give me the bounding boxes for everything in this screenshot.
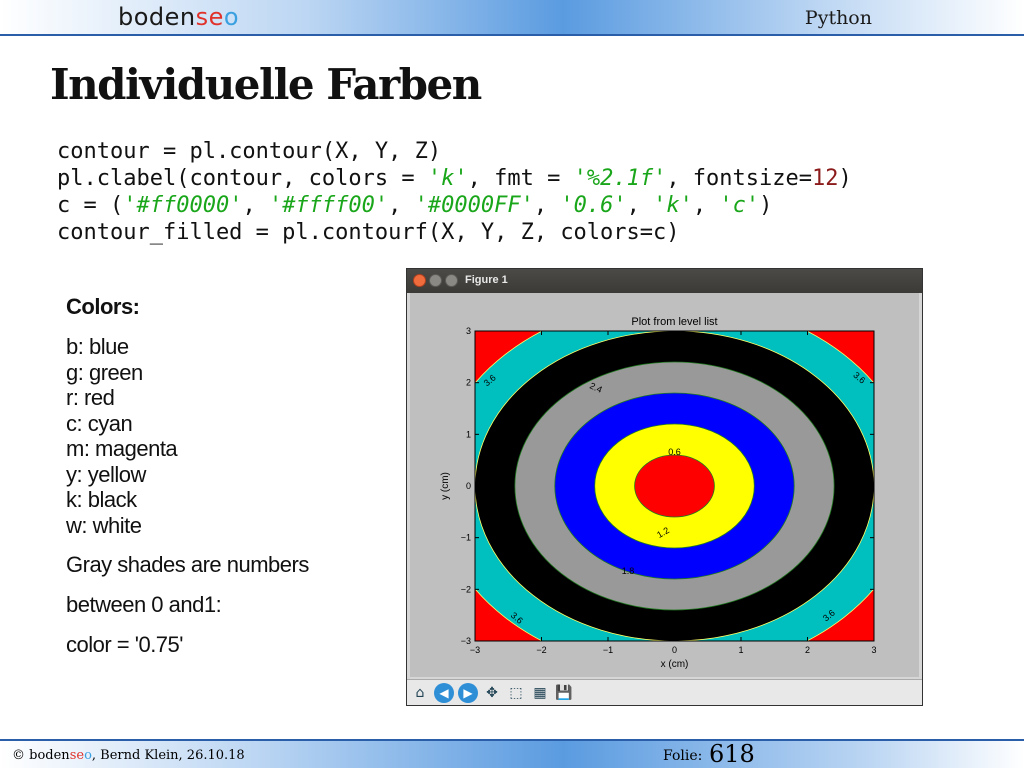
zoom-icon[interactable]: ⬚ [506,683,526,703]
y-tick-label: −1 [461,533,471,543]
code-line-1: contour = pl.contour(X, Y, Z) [57,139,442,164]
minimize-window-button[interactable] [429,274,442,287]
colors-heading: Colors: [66,294,140,319]
y-tick-label: 1 [466,429,471,439]
contour-label: 1.8 [622,566,635,576]
code-block: contour = pl.contour(X, Y, Z) pl.clabel(c… [57,138,852,246]
x-tick-label: −2 [536,645,546,655]
y-axis-label: y (cm) [440,472,451,500]
contour-plot: 0.61.21.82.43.03.6 3.63.6 3.6−3 −2 −1 0 1 2 3−3−… [410,293,919,677]
y-tick-label: −3 [461,636,471,646]
window-titlebar[interactable]: Figure 1 [407,269,922,293]
x-tick-label: 3 [871,645,876,655]
code-line-4: contour_filled = pl.contourf(X, Y, Z, co… [57,220,680,245]
x-tick-label: −1 [603,645,613,655]
pan-icon[interactable]: ✥ [482,683,502,703]
color-item: b: blue [66,334,129,359]
gray-note-2: between 0 and1: [66,592,222,617]
folie-number: 618 [709,740,755,768]
x-axis-label: x (cm) [661,659,689,670]
footer-credit: © bodenseo, Bernd Klein, 26.10.18 [12,748,245,763]
figure-toolbar: ⌂ ◀ ▶ ✥ ⬚ ▦ 💾 [407,679,922,705]
slide-header: bodenseo Python [0,0,1024,36]
code-line-3: c = ('#ff0000', '#ffff00', '#0000FF', '0… [57,193,773,218]
color-item: w: white [66,512,142,538]
window-title: Figure 1 [465,274,508,286]
slide-title: Individuelle Farben [50,60,482,109]
color-item: k: black [66,487,137,512]
forward-icon[interactable]: ▶ [458,683,478,703]
color-item: c: cyan [66,410,133,436]
color-item: m: magenta [66,436,178,461]
slide-footer: © bodenseo, Bernd Klein, 26.10.18 Folie:… [0,739,1024,768]
code-line-2: pl.clabel(contour, colors = 'k', fmt = '… [57,166,852,191]
plot-title: Plot from level list [631,316,717,328]
maximize-window-button[interactable] [445,274,458,287]
y-tick-label: 3 [466,326,471,336]
y-tick-label: −2 [461,584,471,594]
bodenseo-logo: bodenseo [118,3,240,31]
y-tick-label: 2 [466,378,471,388]
back-icon[interactable]: ◀ [434,683,454,703]
x-tick-label: 1 [738,645,743,655]
figure-window: Figure 1 0.6 1.2 1.8 2.4 3.0 3.6 3.6 3.6 3.6 −3 −2… [406,268,923,706]
color-item: r: red [66,385,115,410]
save-icon[interactable]: 💾 [554,683,574,703]
colors-panel: Colors: b: blue g: green r: red c: cyan … [66,294,309,658]
x-tick-label: 2 [805,645,810,655]
plot-canvas: 0.6 1.2 1.8 2.4 3.0 3.6 3.6 3.6 3.6 −3 −2 −1 0 1 2 3 −3−… [410,293,919,677]
x-tick-label: −3 [470,645,480,655]
x-tick-label: 0 [672,645,677,655]
color-item: g: green [66,359,143,385]
color-item: y: yellow [66,461,146,487]
configure-subplots-icon[interactable]: ▦ [530,683,550,703]
y-tick-label: 0 [466,481,471,491]
gray-note-1: Gray shades are numbers [66,552,309,577]
topic-label: Python [804,7,872,29]
gray-note-3: color = '0.75' [66,632,183,657]
close-window-button[interactable] [413,274,426,287]
folie-label: Folie: [663,748,703,764]
home-icon[interactable]: ⌂ [410,683,430,703]
contour-label: 0.6 [668,447,681,457]
